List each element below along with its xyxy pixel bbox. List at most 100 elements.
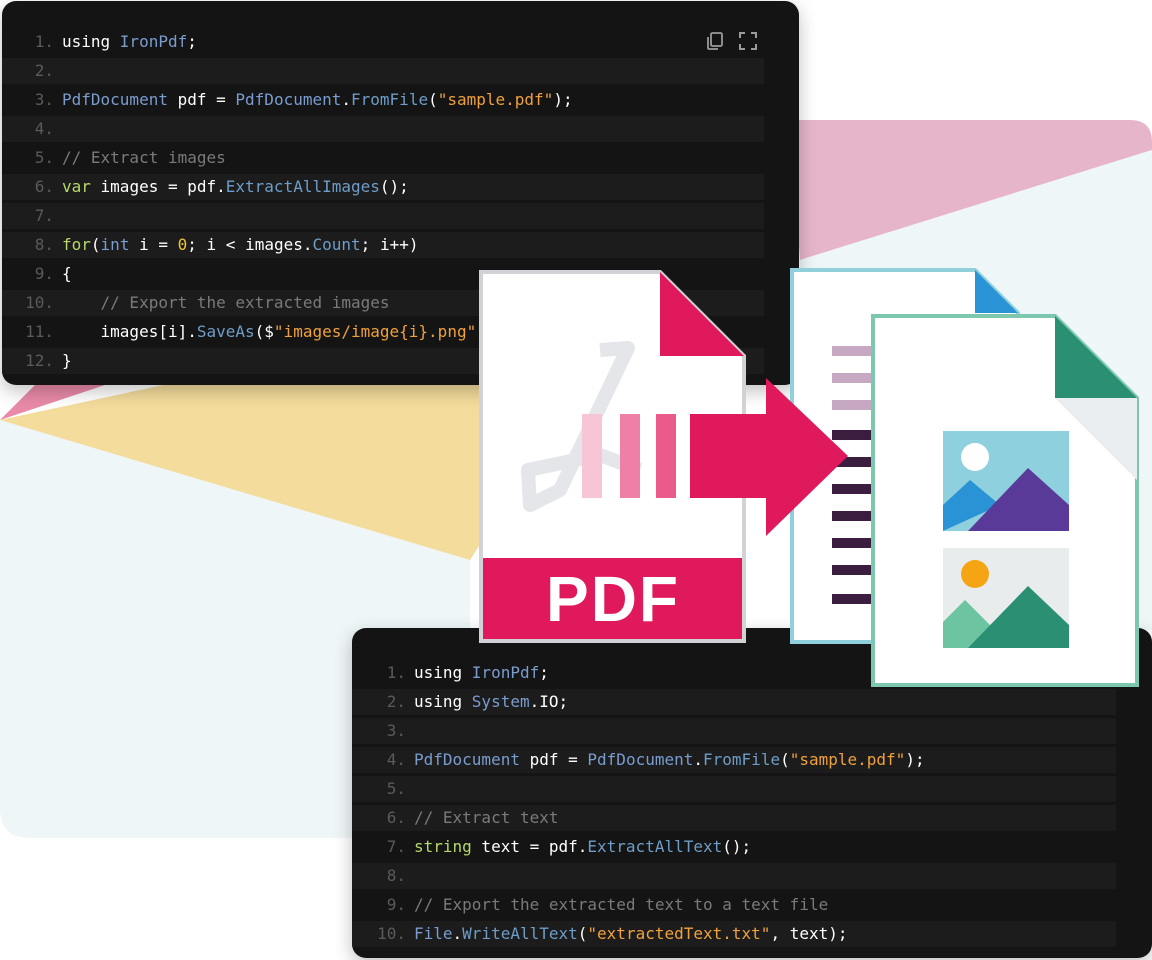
code-line: 10. File.WriteAllText("extractedText.txt"… (352, 921, 1116, 947)
code-token: pdf = (167, 90, 236, 109)
code-token: ); (553, 90, 573, 109)
code-token: System (471, 692, 530, 711)
code-token: "sample.pdf" (437, 90, 554, 109)
code-line: 3. (352, 718, 1116, 744)
code-line: 8. (352, 863, 1116, 889)
code-token: ; i++) (360, 235, 419, 254)
code-token: SaveAs (196, 322, 255, 341)
code-line: 10. // Export the extracted images (2, 290, 764, 316)
code-token: IronPdf (471, 663, 540, 682)
line-number: 6. (34, 177, 54, 196)
code-token: . (452, 924, 463, 943)
code-token: PdfDocument (414, 750, 520, 769)
code-token: ( (577, 924, 588, 943)
code-line: 4. PdfDocument pdf = PdfDocument.FromFile… (352, 747, 1116, 773)
code-token: { (62, 264, 72, 283)
code-token: ( (780, 750, 790, 769)
code-token: WriteAllText (462, 924, 578, 943)
code-token: for (62, 235, 91, 254)
code-token: pdf = (519, 750, 588, 769)
fullscreen-icon[interactable] (738, 31, 758, 51)
code-line: 4. (2, 116, 764, 142)
code-token: , text); (770, 924, 848, 943)
line-number: 5. (34, 148, 54, 167)
code-line: 7. string text = pdf.ExtractAllText(); (352, 834, 1116, 860)
line-number: 8. (386, 866, 406, 885)
line-number: 2. (34, 61, 54, 80)
code-token: "extractedText.txt" (587, 924, 771, 943)
code-token: // Extract images (62, 148, 226, 167)
line-number: 4. (386, 750, 406, 769)
code-token: int (100, 235, 130, 254)
code-token: "images/image{i}.png" (273, 322, 477, 341)
code-token: "sample.pdf" (789, 750, 906, 769)
code-line: 5. (352, 776, 1116, 802)
line-number: 6. (386, 808, 406, 827)
line-number: 12. (25, 351, 54, 370)
code-token: images = pdf. (90, 177, 226, 196)
code-token: using (62, 32, 120, 51)
line-number: 7. (386, 837, 406, 856)
code-token: (); (379, 177, 409, 196)
code-token: using (414, 663, 472, 682)
code-token: text = pdf. (471, 837, 588, 856)
code-line: 3. PdfDocument pdf = PdfDocument.FromFile… (2, 87, 764, 113)
code-token: .IO; (529, 692, 569, 711)
line-number: 9. (34, 264, 54, 283)
line-number: 10. (377, 924, 406, 943)
code-token: PdfDocument (62, 90, 168, 109)
code-token: ; (539, 663, 549, 682)
code-token: . (341, 90, 352, 109)
code-snippet-extract-text: 1. using IronPdf; 2. using System.IO; 3. 4. Pd… (352, 628, 1152, 958)
code-token: } (62, 351, 72, 370)
code-line: 8. for(int i = 0; i < images.Count; i++) (2, 232, 764, 258)
line-number: 9. (386, 895, 406, 914)
code-token: // Extract text (414, 808, 559, 827)
code-line: 1. using IronPdf; (352, 660, 1116, 686)
line-number: 11. (25, 322, 54, 341)
line-number: 8. (34, 235, 54, 254)
code-token: IronPdf (119, 32, 188, 51)
line-number: 5. (386, 779, 406, 798)
code-token: i = (129, 235, 178, 254)
code-token: var (62, 177, 91, 196)
code-token: ); (905, 750, 925, 769)
code-line: 2. using System.IO; (352, 689, 1116, 715)
code-token: ( (428, 90, 438, 109)
code-line: 1. using IronPdf; (2, 29, 764, 55)
code-token: ); (476, 322, 496, 341)
code-token: // Export the extracted images (62, 293, 390, 312)
line-number: 3. (34, 90, 54, 109)
code-token: string (414, 837, 472, 856)
code-token: FromFile (351, 90, 429, 109)
code-token: FromFile (703, 750, 781, 769)
code-token: File (414, 924, 453, 943)
line-number: 3. (386, 721, 406, 740)
code-token: PdfDocument (235, 90, 342, 109)
code-line: 9. { (2, 261, 764, 287)
code-token: Count (312, 235, 361, 254)
code-line: 5. // Extract images (2, 145, 764, 171)
code-token: ExtractAllText (587, 837, 723, 856)
line-number: 2. (386, 692, 406, 711)
code-token: using (414, 692, 472, 711)
line-number: 1. (386, 663, 406, 682)
line-number: 4. (34, 119, 54, 138)
code-line: 9. // Export the extracted text to a text… (352, 892, 1116, 918)
code-line: 11. images[i].SaveAs($"images/image{i}.p… (2, 319, 764, 345)
code-token: ( (90, 235, 101, 254)
code-snippet-extract-images: 1. using IronPdf; 2. 3. PdfDocument pdf = Pd… (2, 1, 799, 385)
copy-icon[interactable] (705, 31, 725, 51)
code-token: ; i < images. (187, 235, 313, 254)
code-line: 6. // Extract text (352, 805, 1116, 831)
code-line: 2. (2, 58, 764, 84)
code-token: PdfDocument (587, 750, 694, 769)
code-token: // Export the extracted text to a text f… (414, 895, 829, 914)
line-number: 10. (25, 293, 54, 312)
code-token: (); (722, 837, 752, 856)
code-token: 0 (177, 235, 188, 254)
code-token: ExtractAllImages (225, 177, 380, 196)
code-token: ; (187, 32, 197, 51)
code-line: 6. var images = pdf.ExtractAllImages(); (2, 174, 764, 200)
code-token: ($ (254, 322, 274, 341)
